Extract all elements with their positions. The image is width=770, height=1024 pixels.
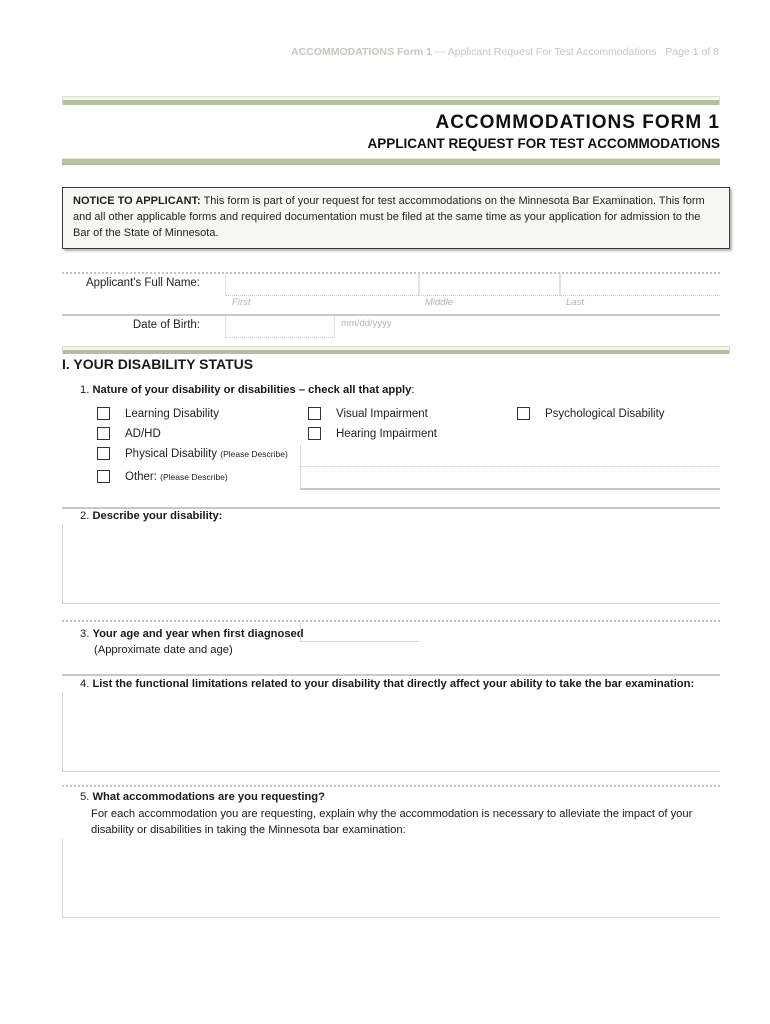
- question-1-number: 1.: [80, 384, 93, 396]
- question-1-suffix: :: [411, 384, 415, 396]
- section-heading: I. YOUR DISABILITY STATUS: [62, 356, 254, 372]
- question-4-text: List the functional limitations related …: [92, 678, 695, 690]
- question-3: 3. Your age and year when first diagnose…: [80, 628, 304, 640]
- running-header-description: Applicant Request For Test Accommodation…: [447, 46, 657, 58]
- form-title: ACCOMMODATIONS FORM 1: [435, 112, 720, 133]
- notice-box: NOTICE TO APPLICANT: This form is part o…: [62, 187, 730, 249]
- question-2-text: Describe your disability:: [92, 510, 223, 522]
- dob-label: Date of Birth:: [132, 319, 200, 331]
- checkbox-hearing-impairment[interactable]: [308, 427, 321, 440]
- checkbox-adhd[interactable]: [97, 427, 110, 440]
- question-3-note: (Approximate date and age): [94, 644, 233, 656]
- dob-input[interactable]: [225, 316, 335, 338]
- middle-name-hint: Middle: [425, 297, 453, 308]
- question-2: 2. Describe your disability:: [80, 510, 222, 522]
- form-subtitle: APPLICANT REQUEST FOR TEST ACCOMMODATION…: [367, 136, 721, 151]
- question-1-text: Nature of your disability or disabilitie…: [92, 384, 412, 396]
- dob-hint: mm/dd/yyyy: [341, 318, 392, 329]
- checkbox-learning-disability[interactable]: [97, 407, 110, 420]
- checkbox-psychological-disability[interactable]: [517, 407, 530, 420]
- dob-top-divider: [62, 314, 720, 316]
- option-learning-disability: Learning Disability: [125, 408, 219, 420]
- option-other: Other: (Please Describe): [125, 471, 228, 483]
- option-physical-disability: Physical Disability (Please Describe): [125, 448, 288, 460]
- option-other-label: Other:: [125, 471, 157, 483]
- section-divider: [62, 346, 730, 354]
- question-3-number: 3.: [80, 628, 93, 640]
- last-name-input[interactable]: [560, 274, 720, 296]
- option-psychological-disability: Psychological Disability: [545, 408, 665, 420]
- other-description-input[interactable]: [300, 467, 720, 490]
- question-4-number: 4.: [80, 678, 93, 690]
- title-bottom-divider: [62, 158, 720, 165]
- full-name-label: Applicant's Full Name:: [85, 277, 200, 289]
- last-name-hint: Last: [566, 297, 584, 308]
- middle-name-input[interactable]: [419, 274, 560, 296]
- question-3-text: Your age and year when first diagnosed: [92, 628, 304, 640]
- option-adhd: AD/HD: [125, 428, 161, 440]
- running-header: ACCOMMODATIONS Form 1 --- Applicant Requ…: [0, 46, 719, 58]
- describe-disability-textarea[interactable]: [62, 524, 720, 604]
- option-physical-disability-note: (Please Describe): [220, 449, 288, 459]
- question-1: 1. Nature of your disability or disabili…: [80, 384, 415, 396]
- functional-limitations-textarea[interactable]: [62, 692, 720, 772]
- checkbox-other[interactable]: [97, 470, 110, 483]
- first-name-input[interactable]: [225, 274, 419, 296]
- checkbox-visual-impairment[interactable]: [308, 407, 321, 420]
- physical-disability-description-input[interactable]: [300, 445, 720, 467]
- question-5-text: What accommodations are you requesting?: [92, 791, 325, 803]
- option-hearing-impairment: Hearing Impairment: [336, 428, 437, 440]
- accommodations-requested-textarea[interactable]: [62, 838, 720, 918]
- notice-label: NOTICE TO APPLICANT:: [73, 195, 201, 207]
- question-5-divider: [62, 785, 720, 787]
- question-2-divider: [62, 507, 720, 509]
- age-year-diagnosed-input[interactable]: [300, 622, 419, 642]
- title-top-divider: [62, 96, 720, 105]
- question-5-number: 5.: [80, 791, 93, 803]
- checkbox-physical-disability[interactable]: [97, 447, 110, 460]
- question-5: 5. What accommodations are you requestin…: [80, 791, 325, 803]
- running-header-form-name: ACCOMMODATIONS Form 1: [291, 46, 433, 58]
- running-header-separator: ---: [432, 46, 448, 58]
- question-2-number: 2.: [80, 510, 93, 522]
- question-4-divider: [62, 674, 720, 676]
- question-4: 4. List the functional limitations relat…: [80, 678, 694, 690]
- option-other-note: (Please Describe): [160, 472, 228, 482]
- option-visual-impairment: Visual Impairment: [336, 408, 428, 420]
- option-physical-disability-label: Physical Disability: [125, 448, 218, 460]
- page-number: Page 1 of 8: [665, 46, 719, 58]
- question-5-instructions: For each accommodation you are requestin…: [91, 808, 693, 836]
- first-name-hint: First: [232, 297, 251, 308]
